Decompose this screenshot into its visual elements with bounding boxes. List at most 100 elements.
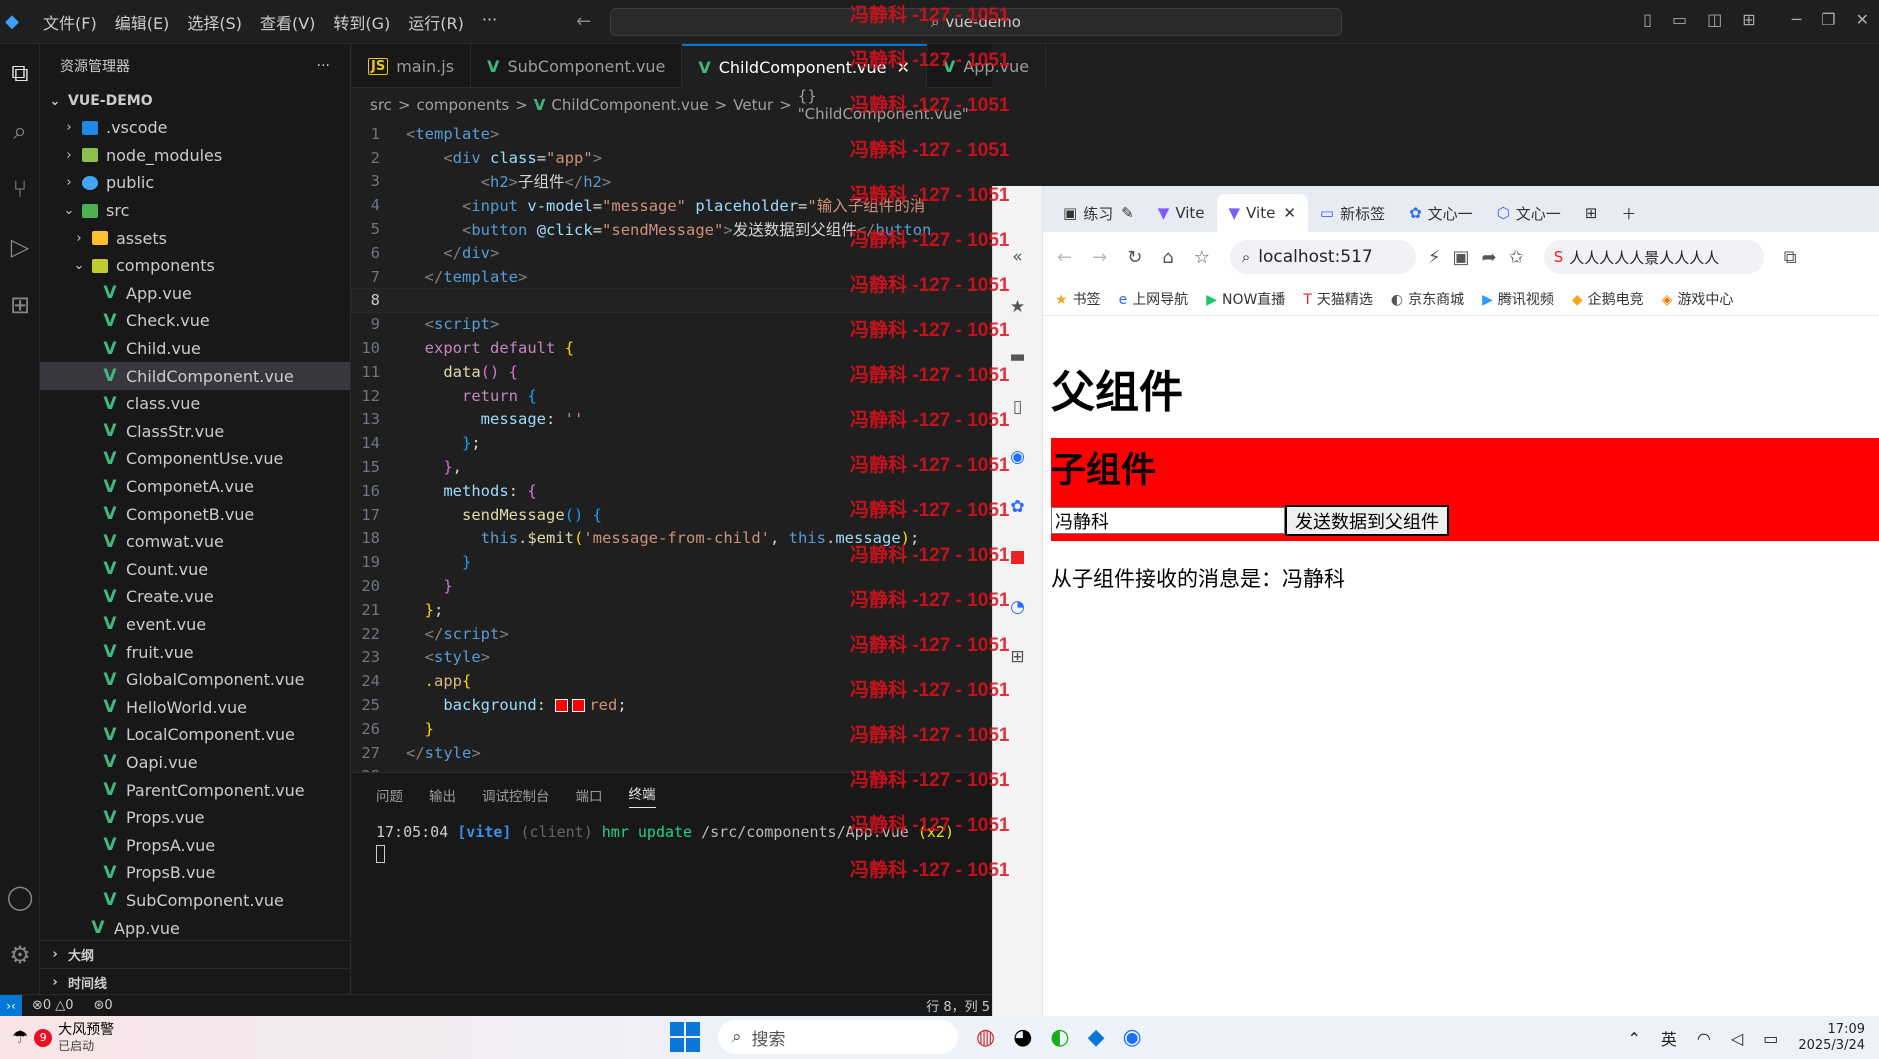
command-center[interactable]: ⌕ vue-demo xyxy=(610,8,1342,36)
forward-icon[interactable]: → xyxy=(1092,247,1107,268)
file-item[interactable]: V Count.vue xyxy=(40,556,350,584)
file-item[interactable]: V ClassStr.vue xyxy=(40,418,350,446)
file-item[interactable]: V PropsB.vue xyxy=(40,859,350,887)
favorite-icon[interactable]: ✩ xyxy=(1509,247,1524,268)
folder-vscode[interactable]: › .vscode xyxy=(40,114,350,142)
workspace-root[interactable]: ⌄ VUE-DEMO xyxy=(40,88,350,114)
file-item[interactable]: V ComponetA.vue xyxy=(40,473,350,501)
panel-tab-problems[interactable]: 问题 xyxy=(376,785,403,805)
new-tab-button[interactable]: ＋ xyxy=(1609,194,1648,232)
extension-icon[interactable]: ▣ xyxy=(1453,247,1470,268)
clock[interactable]: 17:09 2025/3/24 xyxy=(1798,1022,1865,1054)
ports-count[interactable]: 0 xyxy=(104,998,112,1013)
browser-icon[interactable]: ◉ xyxy=(1123,1025,1142,1050)
file-item[interactable]: V Child.vue xyxy=(40,335,350,363)
timeline-section[interactable]: › 时间线 xyxy=(40,968,351,996)
browser-tab[interactable]: ▼ Vite xyxy=(1146,194,1217,232)
browser-tab[interactable]: ✿ 文心一 xyxy=(1397,194,1485,232)
file-item[interactable]: Vcomwat.vue xyxy=(40,528,350,556)
paw-icon[interactable]: ✿ xyxy=(993,482,1042,532)
folder-src[interactable]: ⌄ src xyxy=(40,197,350,225)
file-item[interactable]: V ChildComponent.vue xyxy=(40,362,350,390)
menu-more[interactable]: ··· xyxy=(473,10,506,34)
chevron-up-icon[interactable]: ⌃ xyxy=(1628,1029,1641,1048)
search-box[interactable]: S 人人人人人景人人人人 xyxy=(1543,240,1764,274)
bookmark-item[interactable]: ◆ 企鹅电竞 xyxy=(1572,289,1644,309)
file-item[interactable]: V ParentComponent.vue xyxy=(40,776,350,804)
bookmark-item[interactable]: ★ 书签 xyxy=(1055,289,1101,309)
file-item[interactable]: V Create.vue xyxy=(40,583,350,611)
panel-tab-output[interactable]: 输出 xyxy=(429,785,456,805)
panel-tab-ports[interactable]: 端口 xyxy=(576,785,603,805)
folder-node-modules[interactable]: › node_modules xyxy=(40,142,350,170)
bookmark-star-icon[interactable]: ☆ xyxy=(1194,247,1210,268)
file-item[interactable]: V Check.vue xyxy=(40,307,350,335)
message-input[interactable]: 冯静科 xyxy=(1051,507,1285,534)
browser-tab[interactable]: ▣ 练习 ✎ xyxy=(1051,194,1146,232)
share-icon[interactable]: ➦ xyxy=(1482,247,1497,268)
toggle-secondary-sidebar-icon[interactable]: ◫ xyxy=(1707,10,1722,29)
menu-selection[interactable]: 选择(S) xyxy=(178,10,251,34)
file-item[interactable]: V Props.vue xyxy=(40,804,350,832)
file-item[interactable]: V HelloWorld.vue xyxy=(40,693,350,721)
color-swatch[interactable] xyxy=(572,699,586,713)
panel-tab-terminal[interactable]: 终端 xyxy=(628,783,656,808)
breadcrumb-vetur[interactable]: Vetur xyxy=(733,96,773,114)
file-app-root[interactable]: V App.vue xyxy=(40,914,350,942)
start-button[interactable] xyxy=(670,1022,700,1052)
run-debug-icon[interactable]: ▷ xyxy=(0,218,40,276)
warning-icon[interactable]: △ xyxy=(55,998,65,1013)
back-arrow-icon[interactable]: ← xyxy=(576,11,591,32)
warning-count[interactable]: 0 xyxy=(65,998,73,1013)
search-icon[interactable]: ⌕ xyxy=(0,102,40,160)
browser-tab-active[interactable]: ▼ Vite ✕ xyxy=(1216,194,1308,232)
tab-main-js[interactable]: JS main.js xyxy=(352,44,472,88)
file-item[interactable]: V ComponetB.vue xyxy=(40,500,350,528)
layout-icon[interactable]: ⊞ xyxy=(1742,10,1755,29)
breadcrumb-components[interactable]: components xyxy=(416,96,509,114)
file-item[interactable]: V LocalComponent.vue xyxy=(40,721,350,749)
breadcrumb-src[interactable]: src xyxy=(370,96,392,114)
minimize-icon[interactable]: ─ xyxy=(1792,10,1802,29)
error-count[interactable]: 0 xyxy=(43,998,51,1013)
error-icon[interactable]: ⊗ xyxy=(32,998,43,1013)
toggle-panel-icon[interactable]: ▭ xyxy=(1672,10,1687,29)
wechat-icon[interactable]: ◐ xyxy=(1050,1025,1069,1050)
file-item[interactable]: V App.vue xyxy=(40,280,350,308)
ports-icon[interactable]: ⊛ xyxy=(93,998,104,1013)
folder-components[interactable]: ⌄ components xyxy=(40,252,350,280)
lightning-icon[interactable]: ⚡ xyxy=(1428,247,1441,268)
browser-tab[interactable]: ⬡ 文心一 xyxy=(1485,194,1573,232)
home-icon[interactable]: ⌂ xyxy=(1162,247,1173,268)
folder-icon[interactable]: ▬ xyxy=(993,332,1042,382)
panel-tab-debug-console[interactable]: 调试控制台 xyxy=(482,785,550,805)
folder-assets[interactable]: › assets xyxy=(40,224,350,252)
bookmark-item[interactable]: ◈ 游戏中心 xyxy=(1662,289,1734,309)
file-item[interactable]: V ComponentUse.vue xyxy=(40,445,350,473)
file-item[interactable]: V GlobalComponent.vue xyxy=(40,666,350,694)
close-icon[interactable]: ✕ xyxy=(1856,10,1869,29)
remote-icon[interactable]: ›‹ xyxy=(0,994,22,1017)
weather-widget[interactable]: ☂ 9 大风预警 已启动 xyxy=(12,1022,114,1054)
terminal[interactable]: 17:05:04 [vite] (client) hmr update /src… xyxy=(352,817,992,867)
menu-file[interactable]: 文件(F) xyxy=(34,10,106,34)
explorer-icon[interactable]: ⧉ xyxy=(0,44,40,102)
code-editor[interactable]: 1 <template> 2 <div class="app"> 3 <h2>子组… xyxy=(351,122,993,785)
file-item[interactable]: Vclass.vue xyxy=(40,390,350,418)
more-actions-icon[interactable]: ··· xyxy=(317,58,330,74)
phone-icon[interactable]: ▯ xyxy=(993,382,1042,432)
star-icon[interactable]: ★ xyxy=(993,282,1042,332)
q-app-icon[interactable]: ◉ xyxy=(993,432,1042,482)
browser-tab[interactable]: ▭ 新标签 xyxy=(1308,194,1397,232)
file-item[interactable]: Vfruit.vue xyxy=(40,638,350,666)
taskbar-search[interactable]: ⌕ 搜索 xyxy=(718,1020,958,1054)
restore-icon[interactable]: ❐ xyxy=(1821,10,1835,29)
ime-indicator[interactable]: 英 xyxy=(1661,1026,1677,1050)
close-tab-icon[interactable]: ✕ xyxy=(1283,204,1296,222)
folder-public[interactable]: › public xyxy=(40,169,350,197)
puzzle-icon[interactable]: ⧉ xyxy=(1784,247,1797,268)
bookmark-item[interactable]: ▶ 腾讯视频 xyxy=(1482,289,1554,309)
breadcrumb-symbol[interactable]: {} "ChildComponent.vue" xyxy=(798,87,992,123)
breadcrumb-file[interactable]: ChildComponent.vue xyxy=(551,96,708,114)
outline-section[interactable]: › 大纲 xyxy=(40,940,351,968)
